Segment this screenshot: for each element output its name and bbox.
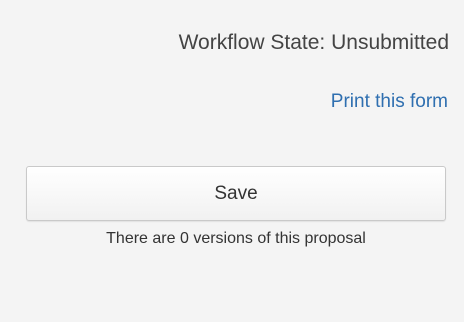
save-button[interactable]: Save (26, 166, 446, 221)
workflow-state-label: Workflow State: Unsubmitted (178, 31, 449, 54)
print-form-link[interactable]: Print this form (331, 91, 448, 113)
form-side-panel: Workflow State: Unsubmitted Print this f… (0, 0, 464, 322)
versions-count-text: There are 0 versions of this proposal (106, 230, 366, 247)
